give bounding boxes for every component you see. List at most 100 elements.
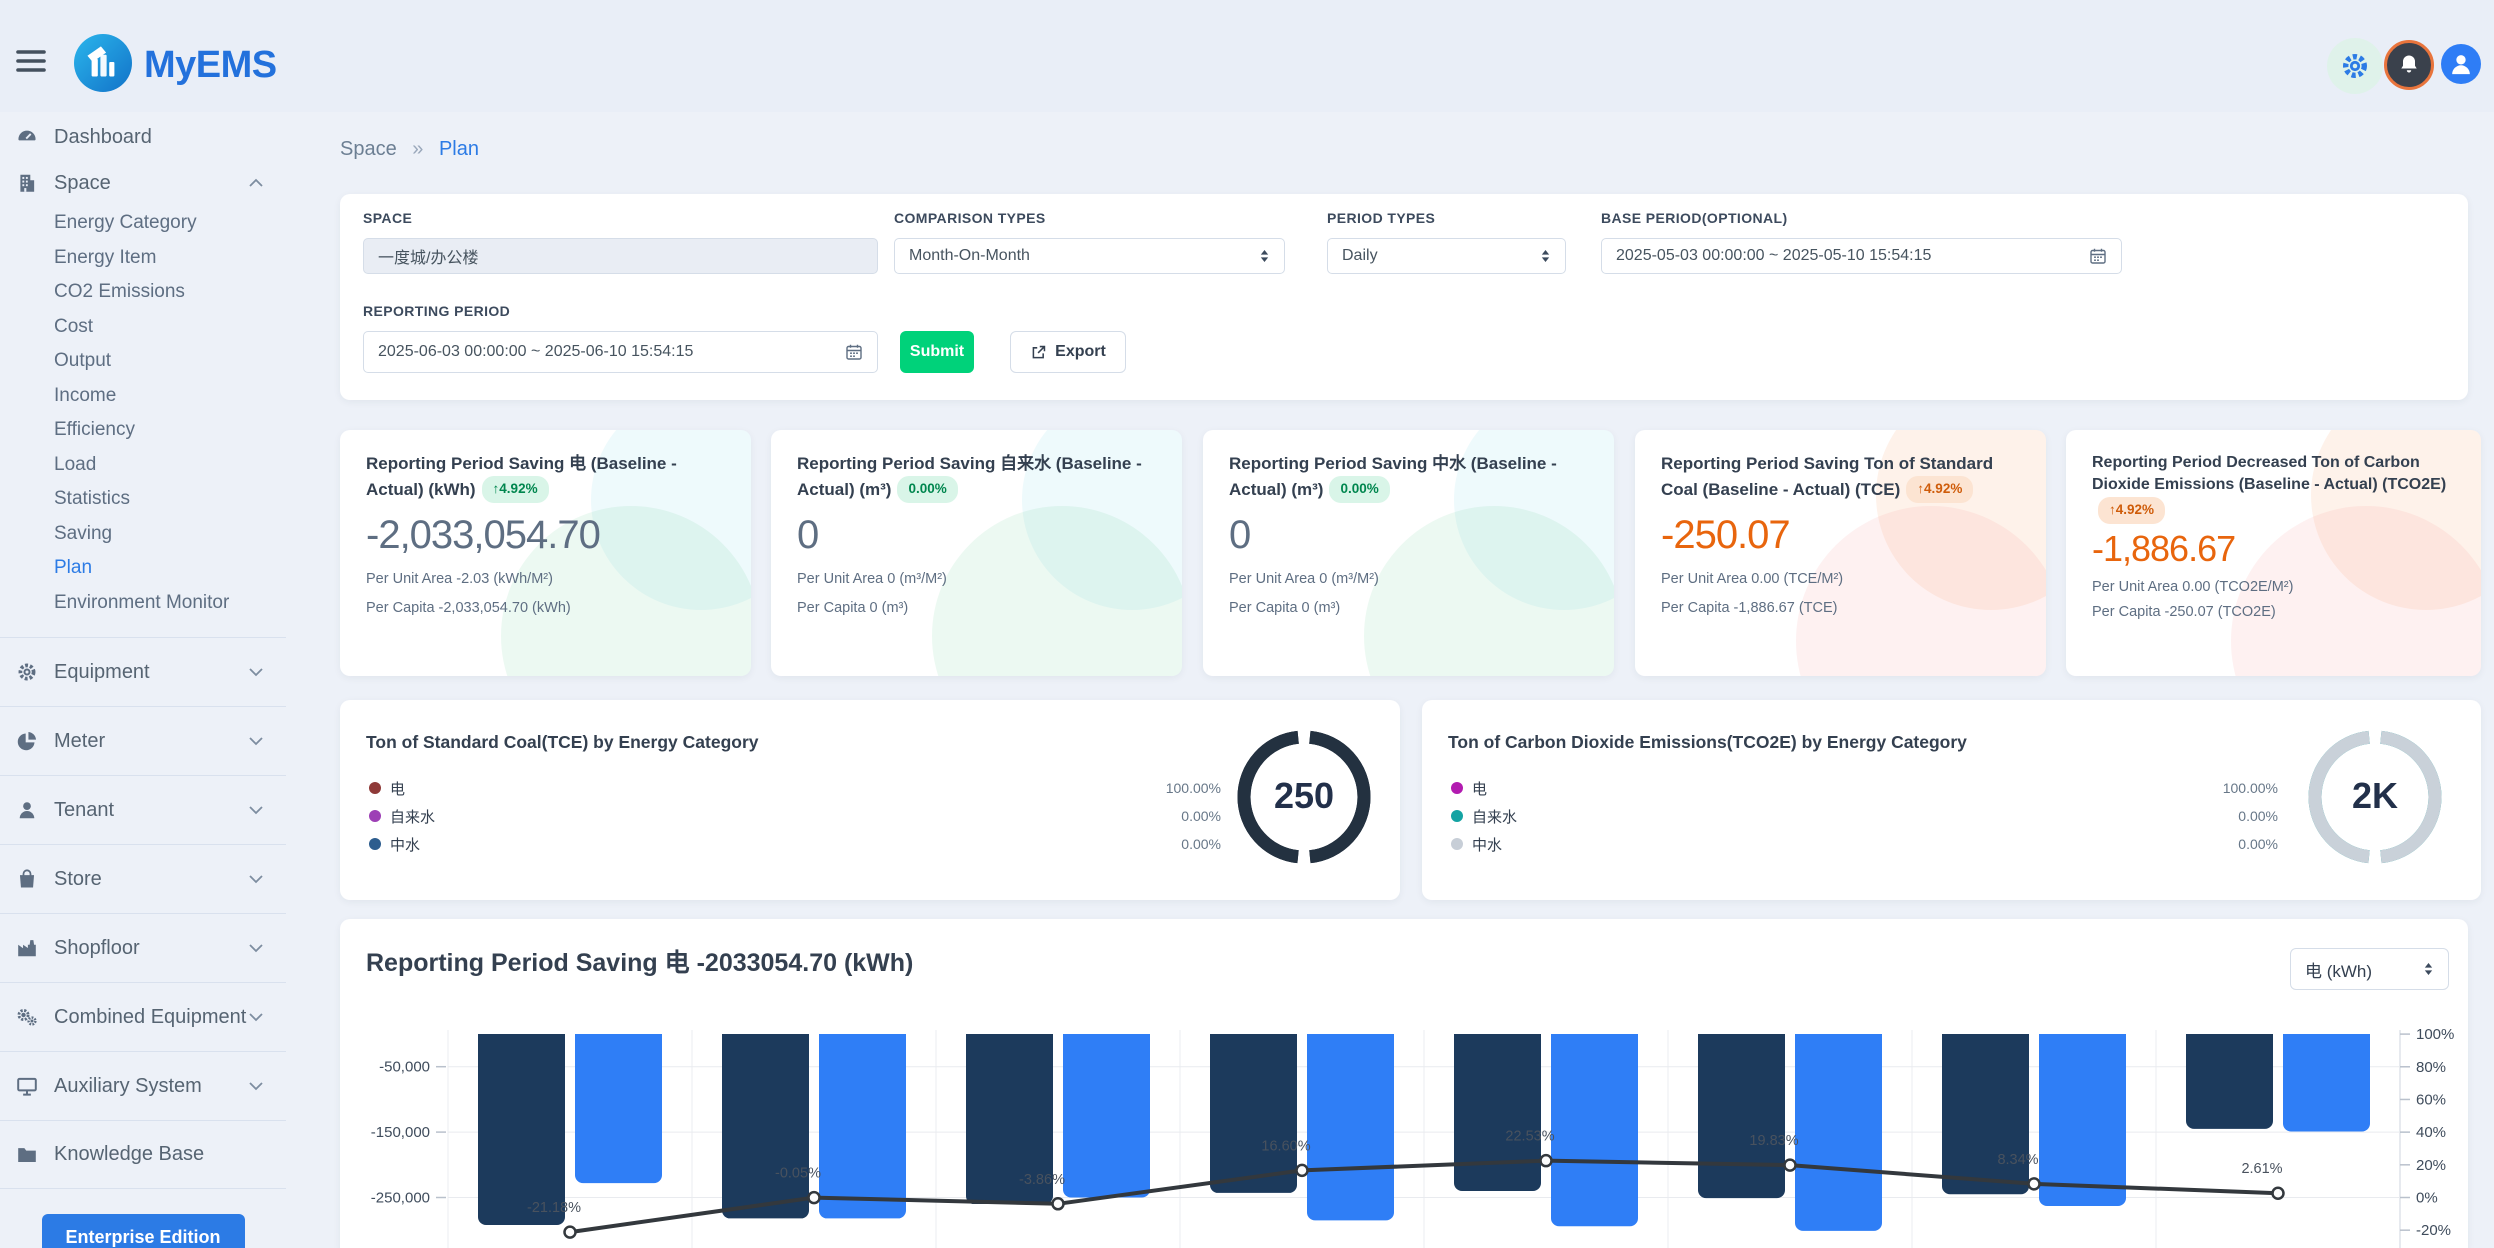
filter-panel: SPACE COMPARISON TYPES Month-On-Month PE… [340,194,2468,400]
line-marker [2029,1178,2040,1189]
sidebar-item-statistics[interactable]: Statistics [54,482,286,517]
trend-badge: 0.00% [1329,476,1389,503]
trend-badge: ↑4.92% [1906,476,1973,503]
svg-text:60%: 60% [2416,1091,2446,1108]
stat-card-reclaimed-water-saving: Reporting Period Saving 中水 (Baseline - A… [1203,430,1614,676]
sidebar-item-combined-equipment[interactable]: Combined Equipment [0,982,286,1051]
percent-data-label: -21.18% [527,1200,581,1216]
svg-text:20%: 20% [2416,1157,2446,1174]
notifications-bell-icon[interactable] [2384,40,2434,90]
baseline-bars [1942,1034,2029,1194]
breadcrumb-plan-current[interactable]: Plan [439,138,479,160]
stat-card-title: Reporting Period Decreased Ton of Carbon… [2092,452,2457,524]
chevron-down-icon [248,736,264,746]
sidebar-item-space[interactable]: Space [0,160,286,206]
sidebar-item-tenant[interactable]: Tenant [0,775,286,844]
stat-card-water-saving: Reporting Period Saving 自来水 (Baseline - … [771,430,1182,676]
energy-unit-select[interactable]: 电 (kWh) [2290,948,2449,990]
sidebar-item-label: Combined Equipment [54,1006,246,1029]
settings-gear-icon[interactable] [2327,38,2383,94]
comparison-types-label: COMPARISON TYPES [894,210,1046,226]
svg-text:0%: 0% [2416,1190,2438,1207]
per-capita-text: Per Capita -1,886.67 (TCE) [1661,600,2022,616]
sidebar-item-equipment[interactable]: Equipment [0,637,286,706]
saving-chart-card: Reporting Period Saving 电 -2033054.70 (k… [340,919,2468,1248]
actual-bars [2039,1034,2126,1206]
line-marker [1297,1165,1308,1176]
sidebar-item-output[interactable]: Output [54,344,286,379]
line-marker [809,1192,820,1203]
reporting-period-input[interactable] [363,331,878,373]
chevron-down-icon [248,1012,264,1022]
sidebar-item-shopfloor[interactable]: Shopfloor [0,913,286,982]
sidebar-item-plan-active[interactable]: Plan [54,551,286,586]
chevron-down-icon [248,667,264,677]
chart-title: Ton of Carbon Dioxide Emissions(TCO2E) b… [1448,732,1967,753]
baseline-bars [1454,1034,1541,1191]
submit-button[interactable]: Submit [900,331,974,373]
stat-card-tco2e-decrease: Reporting Period Decreased Ton of Carbon… [2066,430,2481,676]
sidebar-item-load[interactable]: Load [54,448,286,483]
svg-text:-250,000: -250,000 [371,1190,430,1207]
line-marker [1785,1160,1796,1171]
sidebar-item-co2-emissions[interactable]: CO2 Emissions [54,275,286,310]
comparison-types-select[interactable]: Month-On-Month [894,238,1285,274]
sidebar-item-income[interactable]: Income [54,379,286,414]
space-input[interactable] [363,238,878,274]
calendar-icon[interactable] [844,342,864,362]
per-unit-area-text: Per Unit Area 0 (m³/M²) [797,571,1158,587]
base-period-input[interactable] [1601,238,2122,274]
stat-card-title: Reporting Period Saving 自来水 (Baseline - … [797,452,1158,503]
period-types-select[interactable]: Daily [1327,238,1566,274]
breadcrumb-space-link[interactable]: Space [340,138,397,160]
chevron-down-icon [248,805,264,815]
hamburger-menu-icon[interactable] [16,48,46,74]
sidebar-item-energy-item[interactable]: Energy Item [54,241,286,276]
percent-data-label: -3.86% [1019,1172,1065,1188]
line-marker [1053,1198,1064,1209]
sidebar-item-dashboard[interactable]: Dashboard [0,114,286,160]
actual-bars [1307,1034,1394,1220]
export-icon [1030,344,1047,361]
sidebar-item-knowledge-base[interactable]: Knowledge Base [0,1120,286,1189]
sidebar-item-auxiliary-system[interactable]: Auxiliary System [0,1051,286,1120]
app-logo[interactable]: MyEMS [74,34,277,97]
percent-data-label: 8.34% [1997,1152,2038,1168]
legend-dot-electricity [1451,782,1463,794]
svg-text:40%: 40% [2416,1124,2446,1141]
user-avatar-icon[interactable] [2441,44,2481,84]
legend-dot-reclaimed-water [369,838,381,850]
export-button[interactable]: Export [1010,331,1126,373]
percent-data-label: -0.05% [775,1166,821,1182]
legend-percent: 0.00% [1121,836,1221,852]
energy-unit-value: 电 (kWh) [2305,957,2372,982]
enterprise-edition-button[interactable]: Enterprise Edition [42,1214,245,1248]
space-submenu: Energy Category Energy Item CO2 Emission… [0,206,286,620]
actual-bars [1551,1034,1638,1226]
legend-label: 电 [1472,778,1487,799]
legend-dot-water [1451,810,1463,822]
per-unit-area-text: Per Unit Area -2.03 (kWh/M²) [366,571,727,587]
legend-dot-water [369,810,381,822]
period-types-label: PERIOD TYPES [1327,210,1435,226]
legend-label: 电 [390,778,405,799]
sidebar-item-cost[interactable]: Cost [54,310,286,345]
sidebar-item-label: Tenant [54,799,114,822]
sidebar-item-efficiency[interactable]: Efficiency [54,413,286,448]
svg-text:-20%: -20% [2416,1222,2451,1239]
monitor-icon [16,1075,38,1097]
donut-center-value: 2K [2300,775,2450,817]
sidebar-item-label: Shopfloor [54,937,140,960]
building-icon [16,172,38,194]
sidebar-item-environment-monitor[interactable]: Environment Monitor [54,586,286,621]
sidebar-item-store[interactable]: Store [0,844,286,913]
comparison-types-value: Month-On-Month [909,247,1030,265]
sidebar-item-saving[interactable]: Saving [54,517,286,552]
sidebar-item-energy-category[interactable]: Energy Category [54,206,286,241]
calendar-icon[interactable] [2088,246,2108,266]
per-capita-text: Per Capita -250.07 (TCO2E) [2092,604,2457,620]
chevron-up-icon [248,178,264,188]
svg-text:100%: 100% [2416,1026,2454,1043]
period-types-value: Daily [1342,247,1378,265]
sidebar-item-meter[interactable]: Meter [0,706,286,775]
